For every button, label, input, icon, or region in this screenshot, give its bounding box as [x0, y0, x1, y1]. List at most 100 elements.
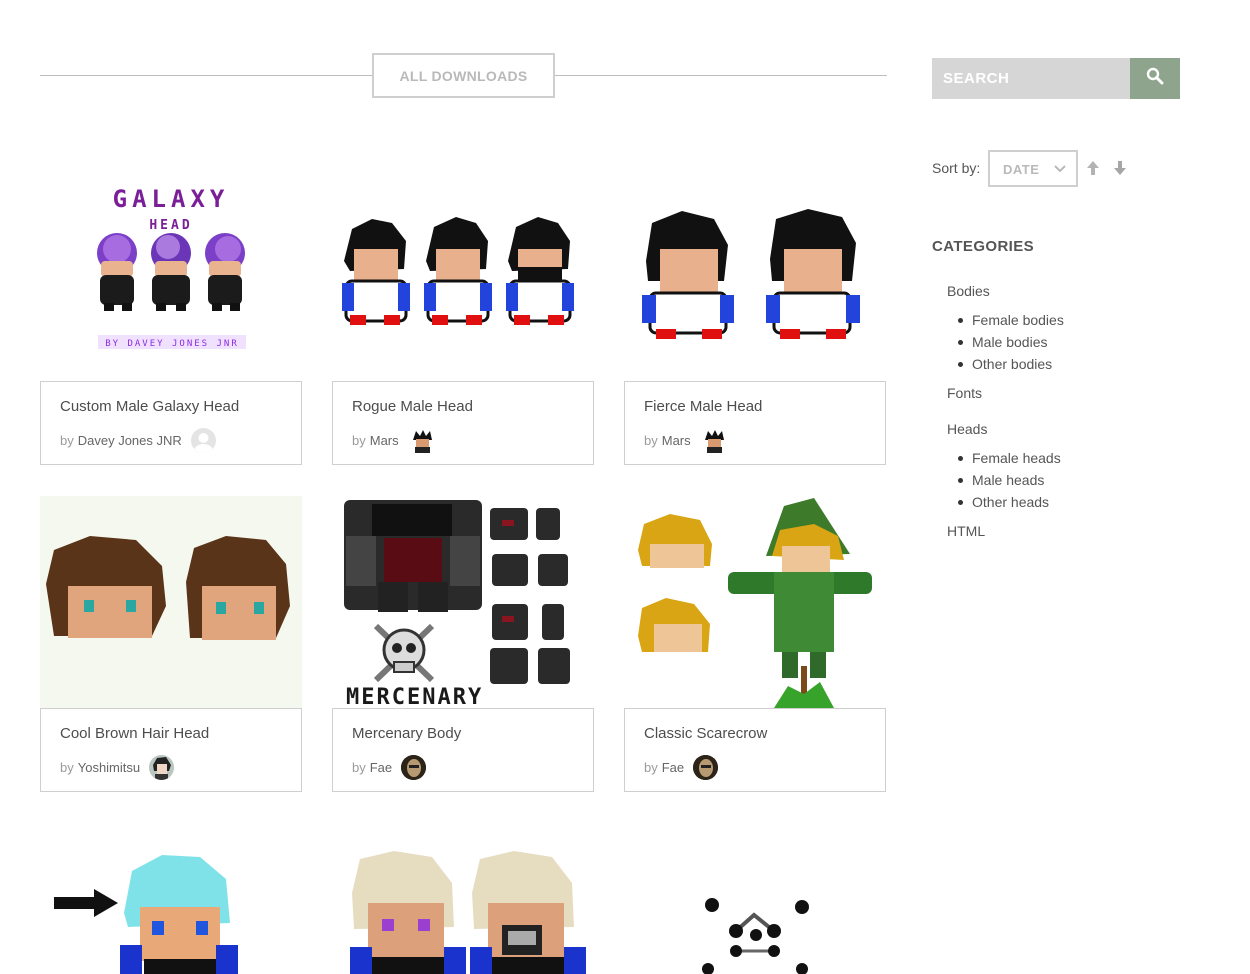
card-info: Rogue Male Head by Mars: [332, 381, 594, 465]
category-male-heads[interactable]: Male heads: [958, 472, 1061, 494]
blonde-sprite-1: [350, 851, 466, 974]
card-byline: by Mars: [644, 428, 727, 453]
rogue-sprite-3: [506, 217, 574, 325]
blonde-sprite-2: [470, 851, 586, 974]
galaxy-head-sprite-1: [97, 233, 137, 311]
download-card[interactable]: [332, 823, 594, 974]
author-link[interactable]: Mars: [662, 433, 691, 448]
bodies-subcategories: Female bodies Male bodies Other bodies: [958, 312, 1064, 378]
category-fonts[interactable]: Fonts: [947, 385, 982, 401]
sort-select[interactable]: DATE: [988, 150, 1078, 187]
download-card[interactable]: Fierce Male Head by Mars: [624, 169, 886, 465]
thumbnail-brown-hair-head[interactable]: [40, 496, 302, 708]
category-female-heads[interactable]: Female heads: [958, 450, 1061, 472]
mercenary-armor: [344, 500, 482, 612]
author-link[interactable]: Fae: [370, 760, 392, 775]
card-info: Fierce Male Head by Mars: [624, 381, 886, 465]
scarecrow-head-1: [638, 514, 712, 568]
cyan-hair-sprite: [120, 855, 238, 974]
card-byline: by Davey Jones JNR: [60, 428, 216, 453]
author-avatar[interactable]: [410, 428, 435, 453]
author-link[interactable]: Mars: [370, 433, 399, 448]
author-avatar[interactable]: [702, 428, 727, 453]
category-other-heads[interactable]: Other heads: [958, 494, 1061, 516]
author-avatar[interactable]: [693, 755, 719, 780]
download-card[interactable]: [624, 823, 886, 974]
thumbnail-blonde-hair-heads[interactable]: [332, 823, 594, 974]
search-icon: [1146, 67, 1164, 90]
mercenary-parts: [490, 508, 570, 684]
fierce-sprite-2: [766, 209, 860, 339]
search-button[interactable]: [1130, 58, 1180, 99]
thumbnail-mercenary-body[interactable]: MERCENARY: [332, 496, 594, 708]
card-title[interactable]: Classic Scarecrow: [644, 725, 767, 742]
by-label: by: [644, 433, 658, 448]
thumbnail-rogue-head[interactable]: [332, 169, 594, 381]
thumbnail-accessories[interactable]: [624, 823, 886, 974]
thumbnail-cyan-hair-head[interactable]: [40, 823, 302, 974]
scarecrow-head-2: [638, 598, 710, 652]
accessory-sprites: [702, 898, 809, 974]
thumbnail-galaxy-head[interactable]: GALAXY HEAD BY DAVEY JONES JNR: [40, 169, 302, 381]
fierce-sprite-1: [642, 211, 734, 339]
download-card[interactable]: Cool Brown Hair Head by Yoshimitsu: [40, 496, 302, 792]
download-card[interactable]: GALAXY HEAD BY DAVEY JONES JNR Custom Ma…: [40, 169, 302, 465]
brown-hair-sprite-2: [186, 536, 290, 640]
author-avatar[interactable]: [401, 755, 427, 780]
scarecrow-body: [728, 498, 872, 708]
by-label: by: [60, 433, 74, 448]
card-info: Mercenary Body by Fae: [332, 708, 594, 792]
thumb-credit-text: BY DAVEY JONES JNR: [105, 339, 239, 349]
thumb-title-text: GALAXY: [113, 185, 230, 213]
arrow-right-icon: [54, 889, 118, 917]
card-title[interactable]: Custom Male Galaxy Head: [60, 398, 239, 415]
heads-subcategories: Female heads Male heads Other heads: [958, 450, 1061, 516]
category-male-bodies[interactable]: Male bodies: [958, 334, 1064, 356]
category-female-bodies[interactable]: Female bodies: [958, 312, 1064, 334]
card-info: Cool Brown Hair Head by Yoshimitsu: [40, 708, 302, 792]
rogue-sprite-1: [342, 219, 410, 325]
author-link[interactable]: Fae: [662, 760, 684, 775]
by-label: by: [644, 760, 658, 775]
skull-crossed-swords-icon: [373, 623, 435, 683]
download-card[interactable]: Rogue Male Head by Mars: [332, 169, 594, 465]
sort-label: Sort by:: [932, 160, 981, 176]
card-title[interactable]: Fierce Male Head: [644, 398, 762, 415]
arrow-down-icon[interactable]: [1112, 160, 1128, 181]
thumb-subtitle-text: HEAD: [149, 218, 192, 233]
thumb-mercenary-text: MERCENARY: [346, 685, 483, 708]
by-label: by: [352, 760, 366, 775]
all-downloads-button[interactable]: ALL DOWNLOADS: [372, 53, 555, 98]
card-byline: by Fae: [352, 755, 427, 780]
category-bodies[interactable]: Bodies: [947, 283, 990, 299]
category-heads[interactable]: Heads: [947, 421, 987, 437]
card-info: Classic Scarecrow by Fae: [624, 708, 886, 792]
author-link[interactable]: Yoshimitsu: [78, 760, 140, 775]
card-byline: by Yoshimitsu: [60, 755, 175, 780]
card-title[interactable]: Mercenary Body: [352, 725, 461, 742]
category-html[interactable]: HTML: [947, 523, 985, 539]
galaxy-head-sprite-2: [151, 233, 191, 311]
author-link[interactable]: Davey Jones JNR: [78, 433, 182, 448]
download-card[interactable]: MERCENARY Mercenary Body by Fae: [332, 496, 594, 792]
card-title[interactable]: Cool Brown Hair Head: [60, 725, 209, 742]
categories-heading: CATEGORIES: [932, 238, 1035, 255]
sort-selected-value: DATE: [1003, 162, 1040, 177]
download-card[interactable]: Classic Scarecrow by Fae: [624, 496, 886, 792]
by-label: by: [352, 433, 366, 448]
card-byline: by Fae: [644, 755, 719, 780]
download-card[interactable]: [40, 823, 302, 974]
author-avatar[interactable]: [190, 428, 216, 453]
chevron-down-icon: [1054, 161, 1066, 179]
card-byline: by Mars: [352, 428, 435, 453]
brown-hair-sprite-1: [46, 536, 166, 638]
card-title[interactable]: Rogue Male Head: [352, 398, 473, 415]
galaxy-head-sprite-3: [205, 233, 245, 311]
search-input[interactable]: [932, 58, 1130, 99]
rogue-sprite-2: [424, 217, 492, 325]
thumbnail-fierce-head[interactable]: [624, 169, 886, 381]
thumbnail-scarecrow[interactable]: [624, 496, 886, 708]
arrow-up-icon[interactable]: [1085, 160, 1101, 181]
category-other-bodies[interactable]: Other bodies: [958, 356, 1064, 378]
author-avatar[interactable]: [149, 755, 175, 780]
